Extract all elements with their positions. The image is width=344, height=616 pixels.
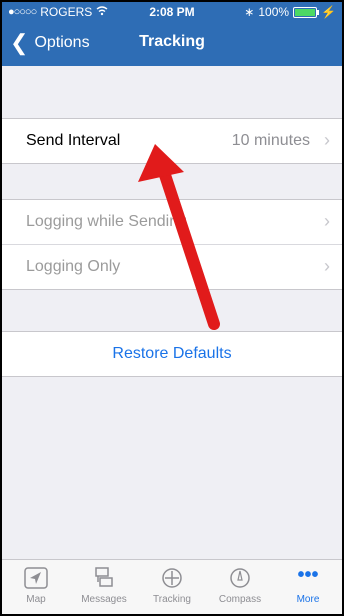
logging-only-row[interactable]: Logging Only › xyxy=(2,245,342,289)
logging-only-label: Logging Only xyxy=(26,258,121,275)
settings-group-send: Send Interval 10 minutes › xyxy=(2,118,342,164)
tab-messages[interactable]: Messages xyxy=(76,566,132,605)
status-bar: ●○○○○ ROGERS 2:08 PM ∗ 100% ⚡ xyxy=(2,2,342,22)
restore-defaults-button[interactable]: Restore Defaults xyxy=(2,331,342,377)
tab-label: Tracking xyxy=(153,594,191,605)
compass-icon xyxy=(230,568,250,588)
tab-label: Messages xyxy=(81,594,127,605)
battery-percent: 100% xyxy=(258,5,290,19)
page-title: Tracking xyxy=(139,33,205,50)
send-interval-label: Send Interval xyxy=(26,132,121,149)
bluetooth-icon: ∗ xyxy=(244,5,255,19)
tab-map[interactable]: Map xyxy=(8,566,64,605)
chevron-right-icon: › xyxy=(324,130,330,150)
charging-icon: ⚡ xyxy=(321,5,336,19)
settings-group-logging: Logging while Sending › Logging Only › xyxy=(2,199,342,290)
navigate-arrow-icon xyxy=(24,567,48,589)
logging-while-sending-row[interactable]: Logging while Sending › xyxy=(2,200,342,245)
phone-screen: ●○○○○ ROGERS 2:08 PM ∗ 100% ⚡ ❮ Options … xyxy=(0,0,344,616)
chevron-right-icon: › xyxy=(324,256,330,276)
send-interval-row[interactable]: Send Interval 10 minutes › xyxy=(2,119,342,163)
tab-label: More xyxy=(296,594,320,605)
tab-more[interactable]: ••• More xyxy=(280,564,336,605)
annotation-arrow xyxy=(138,144,220,330)
messages-icon xyxy=(95,567,113,587)
chevron-right-icon: › xyxy=(324,211,330,231)
battery-icon xyxy=(293,6,320,18)
tab-bar: Map Messages Tracking Compass ••• More xyxy=(2,559,342,614)
crosshair-icon xyxy=(162,568,182,588)
tab-label: Compass xyxy=(218,594,262,605)
status-right: ∗ 100% ⚡ xyxy=(244,5,336,19)
more-dots-icon: ••• xyxy=(297,564,319,586)
tab-tracking[interactable]: Tracking xyxy=(144,566,200,605)
send-interval-value: 10 minutes xyxy=(231,132,310,149)
tab-compass[interactable]: Compass xyxy=(212,566,268,605)
restore-defaults-label: Restore Defaults xyxy=(112,345,232,362)
navigation-bar: ❮ Options Tracking xyxy=(2,22,342,66)
tab-label: Map xyxy=(26,594,46,605)
logging-while-sending-label: Logging while Sending xyxy=(26,213,188,230)
